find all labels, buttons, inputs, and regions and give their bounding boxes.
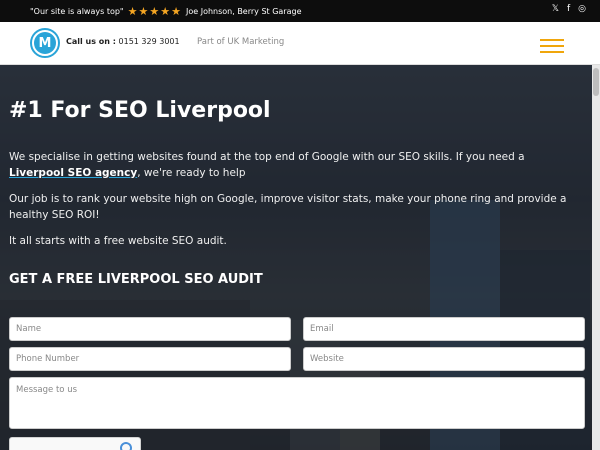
rating-stars: ★ ★ ★ ★ ★ [128,6,181,17]
call-us: Call us on : 0151 329 3001 [66,37,180,46]
star-icon: ★ [171,4,181,18]
menu-icon[interactable] [540,39,564,53]
logo-letter: M [34,32,56,54]
call-label: Call us on : [66,37,116,46]
instagram-icon[interactable]: ◎ [578,4,586,14]
testimonial-attribution: Joe Johnson, Berry St Garage [185,6,302,16]
star-icon: ★ [160,4,171,18]
page-title: #1 For SEO Liverpool [9,98,271,123]
scrollbar-thumb[interactable] [593,68,599,96]
captcha-icon [120,442,132,450]
facebook-icon[interactable]: f [567,4,570,14]
job-paragraph: Our job is to rank your website high on … [9,193,567,221]
star-icon: ★ [149,4,160,18]
intro-text-start: We specialise in getting websites found … [9,151,525,163]
form-title: GET A FREE LIVERPOOL SEO AUDIT [9,272,263,287]
phone-input[interactable]: Phone Number [9,347,291,371]
testimonial-quote: "Our site is always top" [30,6,124,16]
seo-agency-link[interactable]: Liverpool SEO agency [9,167,137,179]
hero-section: #1 For SEO Liverpool We specialise in ge… [0,65,600,450]
intro-text-end: , we're ready to help [137,167,246,179]
star-icon: ★ [127,4,138,18]
website-input[interactable]: Website [303,347,585,371]
name-input[interactable]: Name [9,317,291,341]
message-textarea[interactable]: Message to us [9,377,585,429]
star-icon: ★ [138,4,149,18]
captcha-widget[interactable] [9,437,141,450]
scrollbar[interactable] [592,65,600,450]
phone-number[interactable]: 0151 329 3001 [119,37,180,46]
intro-paragraph: We specialise in getting websites found … [9,149,569,181]
x-icon[interactable]: 𝕏 [552,4,559,14]
logo[interactable]: M [30,28,60,58]
part-of-text[interactable]: Part of UK Marketing [197,37,284,47]
site-header: M Call us on : 0151 329 3001 Part of UK … [0,22,600,65]
top-bar: "Our site is always top" ★ ★ ★ ★ ★ Joe J… [0,0,600,22]
audit-paragraph: It all starts with a free website SEO au… [9,235,227,247]
email-input[interactable]: Email [303,317,585,341]
social-links: 𝕏 f ◎ [552,4,586,14]
